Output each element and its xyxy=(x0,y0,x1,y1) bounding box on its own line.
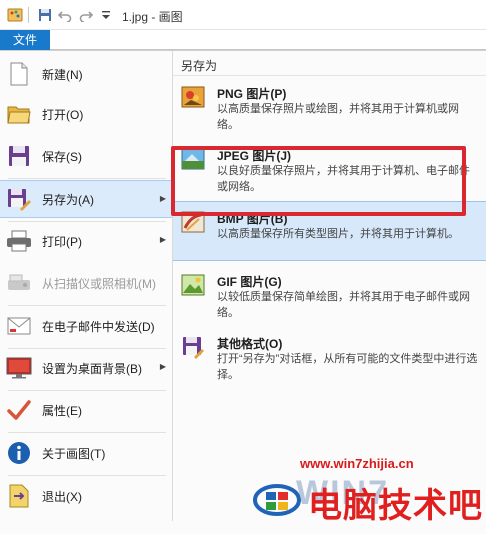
printer-icon xyxy=(6,228,32,254)
new-file-icon xyxy=(6,61,32,87)
menu-item-set-desktop-background[interactable]: 设置为桌面背景(B) ▶ xyxy=(0,349,172,387)
scanner-icon xyxy=(6,270,32,296)
checkmark-icon xyxy=(6,397,32,423)
highlight-box xyxy=(171,146,466,216)
save-as-icon xyxy=(6,186,32,212)
option-name: PNG 图片(P) xyxy=(217,87,287,101)
option-name: GIF 图片(G) xyxy=(217,275,282,289)
submenu-arrow-icon: ▶ xyxy=(159,235,166,244)
menu-item-open[interactable]: 打开(O) xyxy=(0,95,172,133)
option-name: 其他格式(O) xyxy=(217,337,283,351)
window-title: 1.jpg - 画图 xyxy=(122,10,183,24)
menu-item-save-as[interactable]: 另存为(A) ▶ xyxy=(0,180,172,218)
save-icon[interactable] xyxy=(36,6,54,24)
menu-item-label: 另存为(A) xyxy=(42,192,94,207)
file-tab[interactable]: 文件 xyxy=(0,30,50,50)
menu-item-label: 打印(P) xyxy=(42,234,82,249)
undo-icon[interactable] xyxy=(56,6,74,24)
png-image-icon xyxy=(181,85,205,109)
menu-item-label: 保存(S) xyxy=(42,149,82,164)
redo-icon[interactable] xyxy=(77,6,95,24)
option-description: 以高质量保存所有类型图片，并将其用于计算机。 xyxy=(217,228,459,240)
save-as-gif-option[interactable]: GIF 图片(G) 以较低质量保存简单绘图，并将其用于电子邮件或网络。 xyxy=(173,265,486,325)
exit-icon xyxy=(6,483,32,509)
other-formats-icon xyxy=(181,335,205,359)
option-description: 以高质量保存照片或绘图，并将其用于计算机或网络。 xyxy=(217,103,459,131)
gif-image-icon xyxy=(181,273,205,297)
save-icon xyxy=(6,143,32,169)
submenu-arrow-icon: ▶ xyxy=(159,194,166,203)
menu-item-properties[interactable]: 属性(E) xyxy=(0,391,172,429)
menu-item-label: 设置为桌面背景(B) xyxy=(42,361,142,376)
save-as-png-option[interactable]: PNG 图片(P) 以高质量保存照片或绘图，并将其用于计算机或网络。 xyxy=(173,77,486,137)
menu-item-save[interactable]: 保存(S) xyxy=(0,137,172,175)
save-as-pane: 另存为 PNG 图片(P) 以高质量保存照片或绘图，并将其用于计算机或网络。 J… xyxy=(173,51,486,521)
menu-item-label: 关于画图(T) xyxy=(42,446,106,461)
save-as-other-formats-option[interactable]: 其他格式(O) 打开“另存为”对话框，从所有可能的文件类型中进行选择。 xyxy=(173,327,486,387)
pane-title-divider xyxy=(173,75,486,76)
submenu-arrow-icon: ▶ xyxy=(159,362,166,371)
option-description: 打开“另存为”对话框，从所有可能的文件类型中进行选择。 xyxy=(217,353,478,381)
menu-separator xyxy=(8,178,166,179)
menu-item-label: 从扫描仪或照相机(M) xyxy=(42,276,156,291)
menu-item-print[interactable]: 打印(P) ▶ xyxy=(0,222,172,260)
menu-item-about-paint[interactable]: 关于画图(T) xyxy=(0,434,172,472)
menu-item-label: 新建(N) xyxy=(42,67,83,82)
open-folder-icon xyxy=(6,101,32,127)
menu-item-label: 在电子邮件中发送(D) xyxy=(42,319,155,334)
menu-separator xyxy=(8,475,166,476)
title-bar: 1.jpg - 画图 xyxy=(0,0,486,30)
menu-item-exit[interactable]: 退出(X) xyxy=(0,477,172,515)
menu-item-send-email[interactable]: 在电子邮件中发送(D) xyxy=(0,307,172,345)
paint-app-icon[interactable] xyxy=(6,6,24,24)
menu-item-label: 属性(E) xyxy=(42,403,82,418)
desktop-background-icon xyxy=(6,355,32,381)
menu-item-label: 退出(X) xyxy=(42,489,82,504)
watermark-text: 电脑技术吧 xyxy=(308,487,483,525)
watermark-url: www.win7zhijia.cn xyxy=(300,456,414,471)
menu-item-label: 打开(O) xyxy=(42,107,84,122)
pane-title: 另存为 xyxy=(181,59,218,73)
info-icon xyxy=(6,440,32,466)
file-menu-commands: 新建(N) 打开(O) 保存(S) 另存为(A) ▶ 打印(P) ▶ 从扫描仪或… xyxy=(0,51,172,521)
menu-separator xyxy=(8,432,166,433)
menu-item-from-scanner[interactable]: 从扫描仪或照相机(M) xyxy=(0,264,172,302)
menu-separator xyxy=(8,305,166,306)
menu-item-new[interactable]: 新建(N) xyxy=(0,55,172,93)
watermark-logo-icon xyxy=(252,478,302,518)
option-description: 以较低质量保存简单绘图，并将其用于电子邮件或网络。 xyxy=(217,291,470,319)
email-icon xyxy=(6,313,32,339)
customize-dropdown-icon[interactable] xyxy=(97,6,115,24)
toolbar-separator xyxy=(28,7,29,23)
